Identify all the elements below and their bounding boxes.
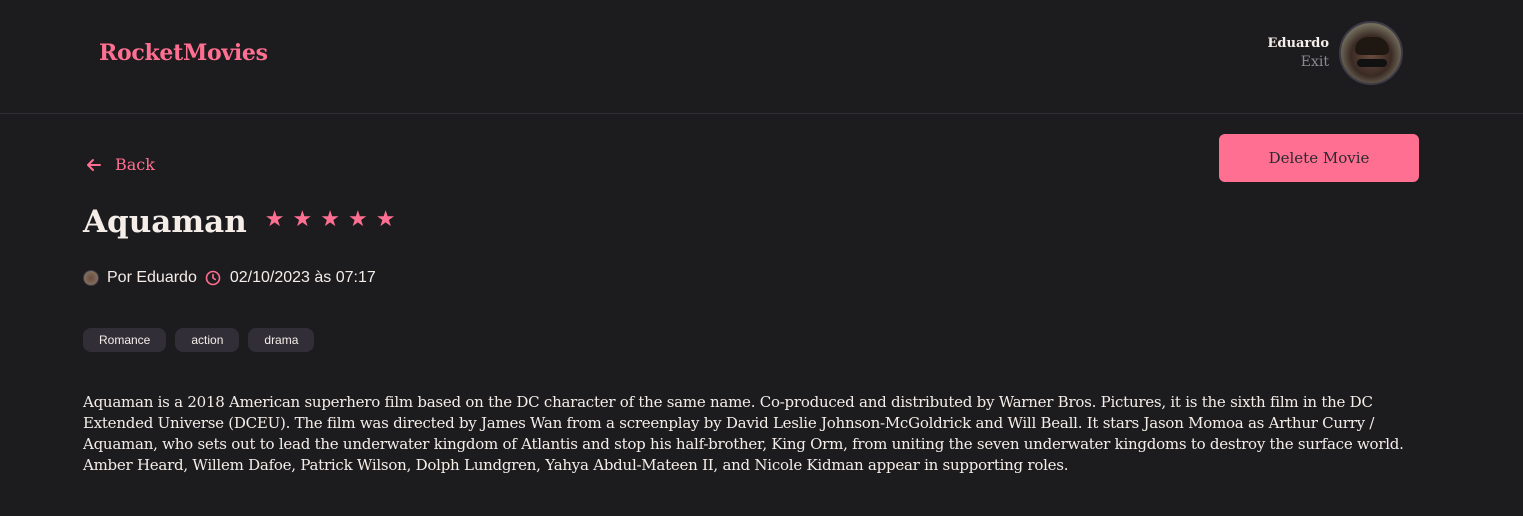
movie-title: Aquaman bbox=[83, 204, 247, 240]
user-profile: Eduardo Exit bbox=[1268, 21, 1403, 85]
star-icon: ★ bbox=[347, 207, 368, 232]
arrow-left-icon bbox=[87, 158, 101, 171]
exit-link[interactable]: Exit bbox=[1268, 54, 1329, 70]
tag: action bbox=[175, 328, 240, 352]
app-header: RocketMovies Eduardo Exit bbox=[0, 0, 1523, 114]
clock-icon bbox=[205, 270, 221, 286]
movie-meta: Por Eduardo 02/10/2023 às 07:17 bbox=[83, 269, 376, 287]
back-label: Back bbox=[115, 155, 155, 174]
delete-movie-button[interactable]: Delete Movie bbox=[1219, 134, 1419, 182]
movie-description: Aquaman is a 2018 American superhero fil… bbox=[83, 393, 1404, 474]
star-icon: ★ bbox=[375, 207, 396, 232]
tag: Romance bbox=[83, 328, 167, 352]
movie-title-row: Aquaman ★ ★ ★ ★ ★ bbox=[83, 204, 403, 240]
brand-logo[interactable]: RocketMovies bbox=[99, 40, 268, 66]
rating-stars: ★ ★ ★ ★ ★ bbox=[265, 209, 404, 231]
back-button[interactable]: Back bbox=[86, 155, 155, 174]
user-name: Eduardo bbox=[1267, 36, 1329, 51]
created-datetime: 02/10/2023 às 07:17 bbox=[229, 269, 376, 286]
tag: drama bbox=[248, 328, 315, 352]
tag-list: Romance action drama bbox=[83, 328, 323, 352]
author-avatar bbox=[83, 270, 99, 286]
star-icon: ★ bbox=[292, 207, 313, 232]
star-icon: ★ bbox=[320, 207, 340, 232]
avatar[interactable] bbox=[1339, 21, 1403, 85]
avatar-glasses bbox=[1357, 59, 1387, 67]
avatar-hair bbox=[1355, 37, 1389, 55]
author-name: Por Eduardo bbox=[107, 269, 197, 286]
star-icon: ★ bbox=[264, 207, 285, 232]
profile-text: Eduardo Exit bbox=[1268, 36, 1329, 70]
